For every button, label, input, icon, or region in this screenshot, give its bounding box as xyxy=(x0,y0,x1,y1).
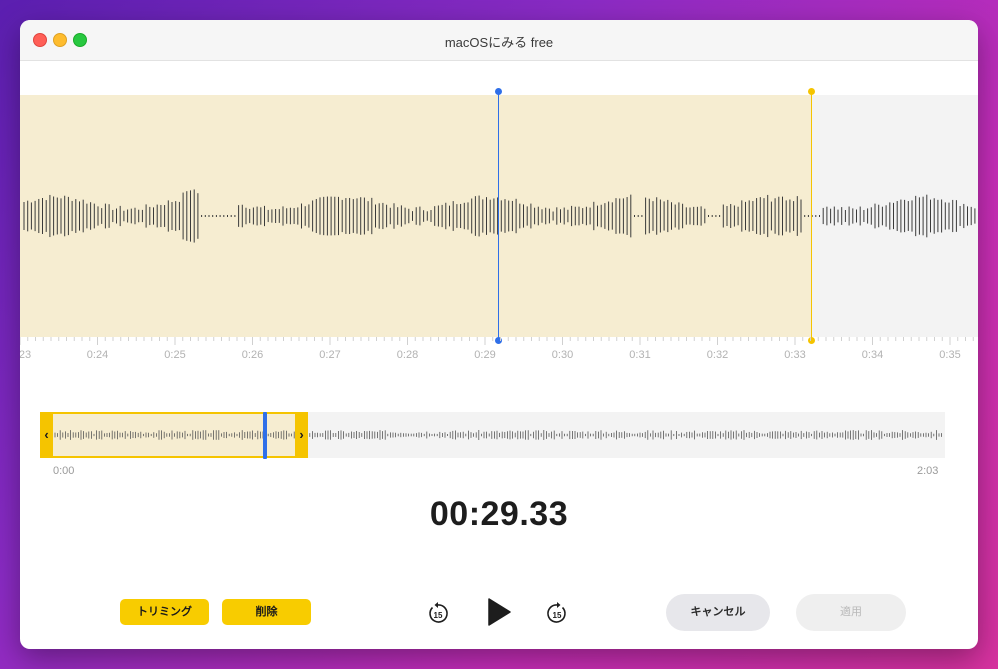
skip-back-seconds: 15 xyxy=(434,611,443,620)
skip-forward-seconds: 15 xyxy=(553,611,562,620)
trim-end-line[interactable] xyxy=(811,92,812,340)
waveform-editor[interactable] xyxy=(20,95,978,337)
overview-scrubber[interactable]: ‹ › xyxy=(40,412,945,458)
ruler-label: 0:26 xyxy=(241,349,264,361)
trim-end-handle[interactable]: › xyxy=(295,412,308,458)
ruler-label: 0:32 xyxy=(706,349,729,361)
ruler-label: 0:30 xyxy=(551,349,574,361)
ruler-label: 0:35 xyxy=(939,349,961,361)
trim-start-handle[interactable]: ‹ xyxy=(40,412,53,458)
ruler-label: 0:24 xyxy=(86,349,109,361)
trim-end-top-knob[interactable] xyxy=(808,88,815,95)
playhead-top-knob[interactable] xyxy=(495,88,502,95)
overview-waveform xyxy=(54,430,942,440)
ruler-label: 0:25 xyxy=(164,349,186,361)
title-bar: macOSにみる free xyxy=(20,20,978,61)
apply-button[interactable]: 適用 xyxy=(796,594,906,631)
overview-end-time: 2:03 xyxy=(917,465,939,477)
playhead[interactable] xyxy=(498,92,499,340)
ruler-label: 0:33 xyxy=(784,349,806,361)
ruler-label: 0:34 xyxy=(861,349,884,361)
time-ruler: 23 0:24 0:25 0:26 0:27 0:28 0:29 0:30 0:31 0:32 0:… xyxy=(20,337,978,367)
overview-start-time: 0:00 xyxy=(53,465,75,477)
voice-memo-window: macOSにみる free 23 0:24 0:25 0:26 0:27 0:28 0:29… xyxy=(20,20,978,649)
ruler-label: 23 xyxy=(20,349,32,361)
window-title: macOSにみる free xyxy=(444,35,554,50)
ruler-label: 0:31 xyxy=(629,349,651,361)
ruler-label: 0:29 xyxy=(474,349,496,361)
trim-button[interactable]: トリミング xyxy=(120,599,209,625)
delete-button[interactable]: 削除 xyxy=(222,599,311,625)
ruler-label: 0:27 xyxy=(319,349,341,361)
waveform-bars xyxy=(23,189,976,243)
ruler-label: 0:28 xyxy=(396,349,419,361)
play-icon[interactable] xyxy=(486,597,512,627)
current-time-display: 00:29.33 xyxy=(429,495,569,533)
gobackward-15-icon[interactable]: 15 xyxy=(426,599,450,625)
goforward-15-icon[interactable]: 15 xyxy=(545,599,569,625)
ruler-ticks xyxy=(20,337,974,345)
overview-playhead[interactable] xyxy=(263,412,267,459)
cancel-button[interactable]: キャンセル xyxy=(666,594,770,631)
